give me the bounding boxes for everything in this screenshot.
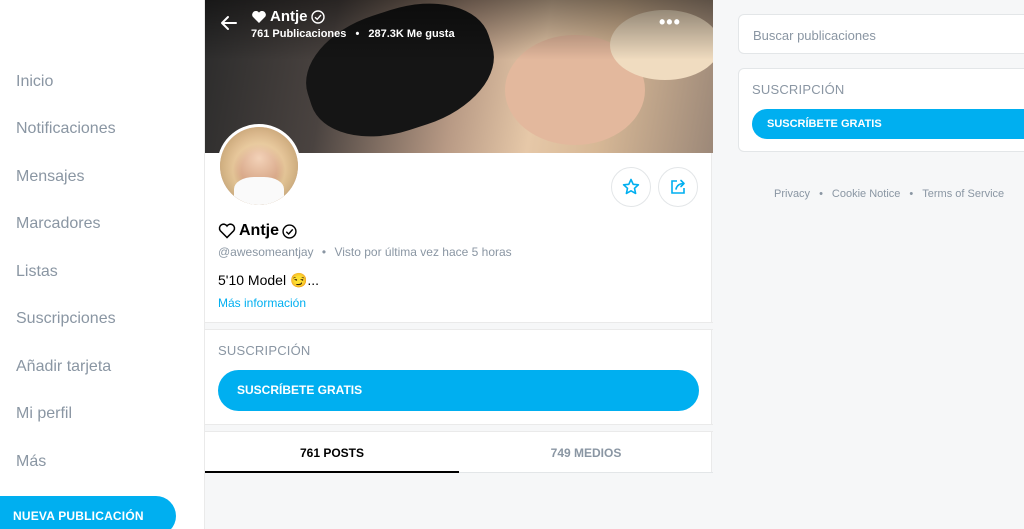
verified-check-icon <box>282 223 297 239</box>
avatar-shirt <box>234 177 284 205</box>
avatar[interactable] <box>217 124 301 208</box>
profile-meta: @awesomeantjay • Visto por última vez ha… <box>218 245 512 259</box>
cookie-notice-link[interactable]: Cookie Notice <box>832 188 900 200</box>
profile-handle[interactable]: @awesomeantjay <box>218 245 314 259</box>
star-icon <box>622 178 640 195</box>
sidebar-item-mas[interactable]: Más <box>16 453 46 471</box>
sidebar: Inicio Notificaciones Mensajes Marcadore… <box>0 0 204 529</box>
footer-separator: • <box>819 188 823 200</box>
sidebar-item-anadir-tarjeta[interactable]: Añadir tarjeta <box>16 358 111 376</box>
posts-count: 761 Publicaciones <box>251 28 347 40</box>
likes-count: 287.3K Me gusta <box>368 28 455 40</box>
sidebar-item-listas[interactable]: Listas <box>16 263 58 281</box>
footer-separator: • <box>909 188 914 200</box>
more-dots-icon[interactable]: ••• <box>659 12 681 33</box>
footer-links: Privacy • Cookie Notice • Terms of Servi… <box>774 188 1004 200</box>
sidebar-item-notificaciones[interactable]: Notificaciones <box>16 120 116 138</box>
subscription-card: SUSCRIPCIÓN SUSCRÍBETE GRATIS <box>738 68 1024 152</box>
profile-main: Antje 761 Publicaciones • 287.3K Me gust… <box>204 0 713 529</box>
sidebar-item-mi-perfil[interactable]: Mi perfil <box>16 405 72 423</box>
terms-link[interactable]: Terms of Service <box>922 188 1004 200</box>
subscription-card-title: SUSCRIPCIÓN <box>752 82 845 97</box>
section-divider <box>205 322 713 330</box>
last-seen: Visto por última vez hace 5 horas <box>334 245 512 259</box>
profile-tabs: 761 POSTS 749 MEDIOS <box>205 431 713 473</box>
cover-name: Antje <box>270 8 308 25</box>
feed-area <box>205 473 713 529</box>
heart-outline-icon <box>218 223 236 239</box>
new-post-button[interactable]: NUEVA PUBLICACIÓN <box>0 496 176 529</box>
tab-media[interactable]: 749 MEDIOS <box>459 431 713 473</box>
heart-icon <box>252 10 266 23</box>
subscription-title: SUSCRIPCIÓN <box>218 343 311 358</box>
search-posts-input[interactable]: Buscar publicaciones <box>738 14 1024 54</box>
cover-title: Antje <box>251 8 325 25</box>
share-button[interactable] <box>658 167 698 207</box>
meta-separator: • <box>321 245 327 259</box>
privacy-link[interactable]: Privacy <box>774 188 810 200</box>
sidebar-item-suscripciones[interactable]: Suscripciones <box>16 310 116 328</box>
stats-separator: • <box>355 28 360 40</box>
subscribe-free-button-sidebar[interactable]: SUSCRÍBETE GRATIS <box>752 109 1024 139</box>
sidebar-item-marcadores[interactable]: Marcadores <box>16 215 100 233</box>
sidebar-item-mensajes[interactable]: Mensajes <box>16 168 84 186</box>
favorite-button[interactable] <box>611 167 651 207</box>
profile-name-text: Antje <box>239 222 279 239</box>
tab-posts[interactable]: 761 POSTS <box>205 431 459 473</box>
profile-name: Antje <box>218 222 297 240</box>
sidebar-item-inicio[interactable]: Inicio <box>16 73 53 91</box>
back-arrow-icon[interactable] <box>219 13 239 33</box>
cover-stats: 761 Publicaciones • 287.3K Me gusta <box>251 28 455 40</box>
verified-check-icon <box>310 9 325 24</box>
subscribe-free-button[interactable]: SUSCRÍBETE GRATIS <box>218 370 699 411</box>
more-info-link[interactable]: Más información <box>218 296 306 310</box>
share-icon <box>671 179 685 194</box>
profile-bio: 5'10 Model 😏... <box>218 272 320 288</box>
